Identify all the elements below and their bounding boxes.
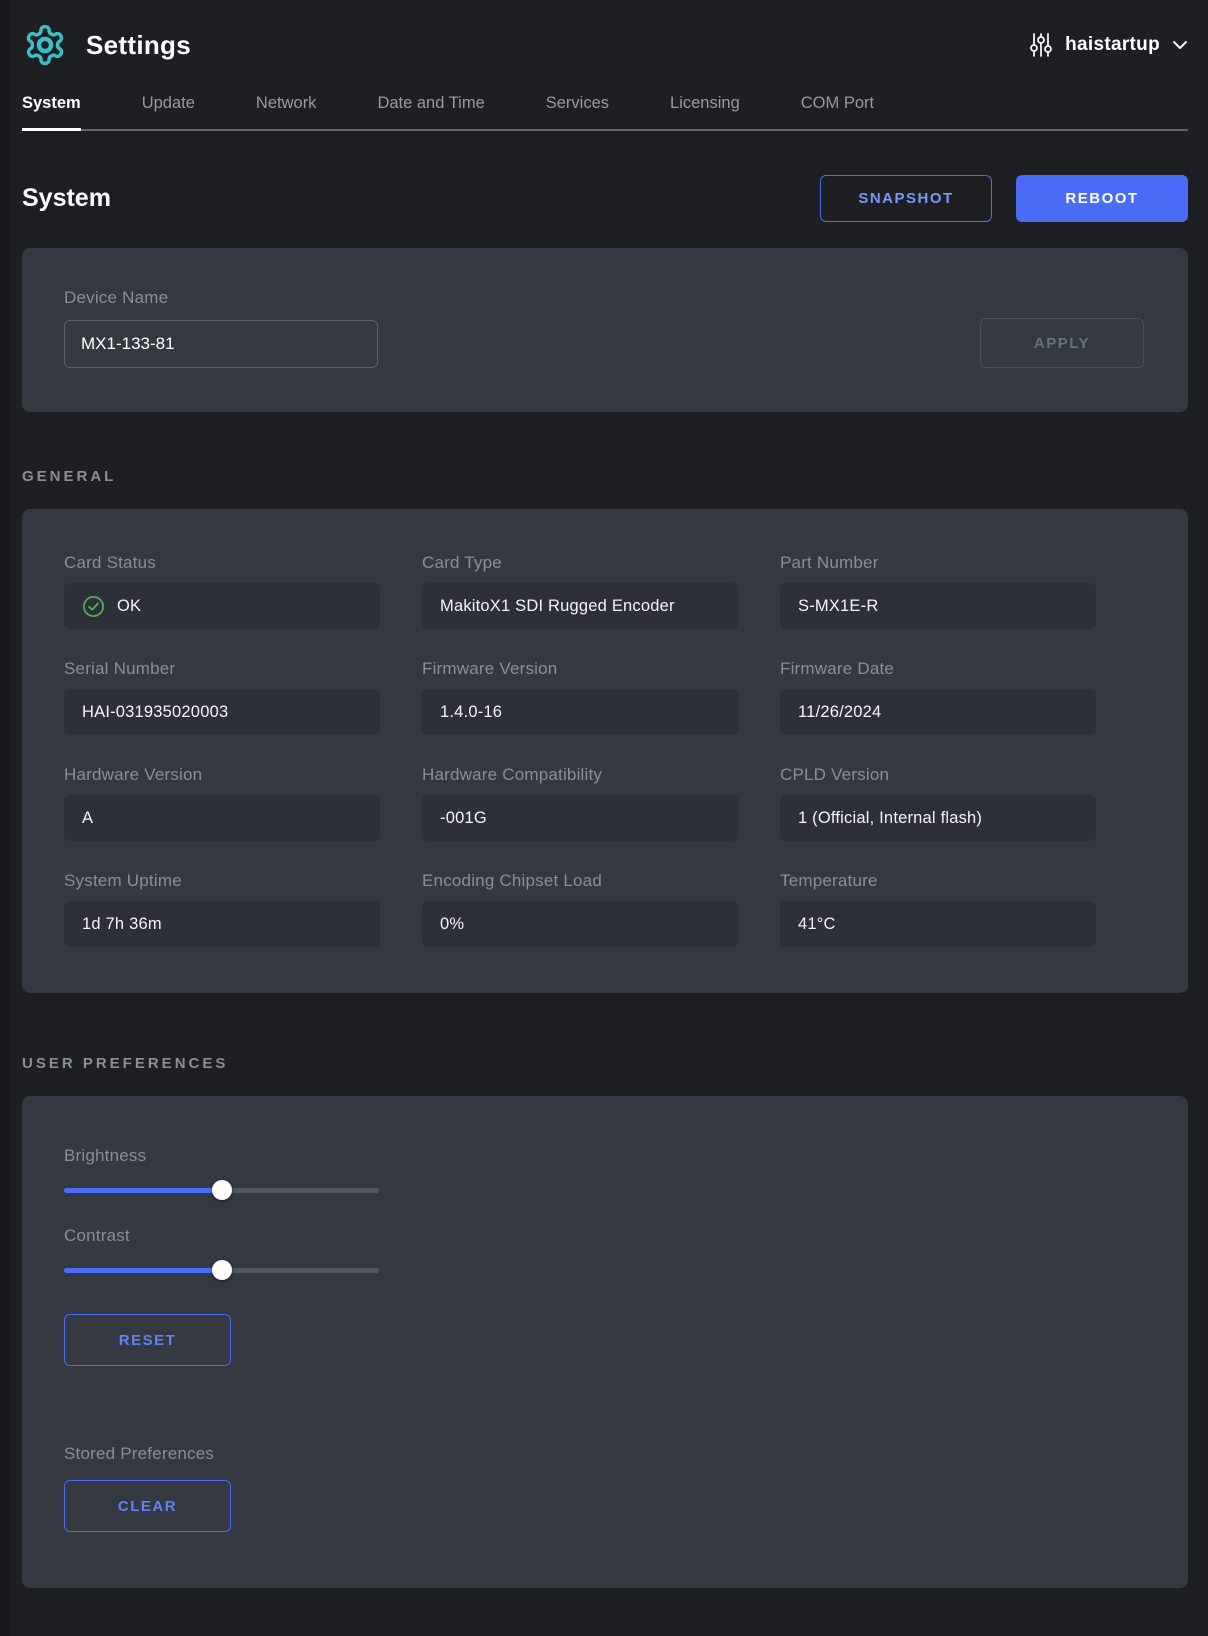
general-section-heading: GENERAL xyxy=(22,468,1188,485)
user-preferences-heading: USER PREFERENCES xyxy=(22,1055,1188,1072)
device-name-card: Device Name APPLY xyxy=(22,248,1188,412)
brightness-slider-thumb[interactable] xyxy=(212,1180,232,1200)
check-circle-icon xyxy=(82,595,105,618)
contrast-slider-thumb[interactable] xyxy=(212,1260,232,1280)
brightness-slider-fill xyxy=(64,1188,222,1193)
stored-preferences-label: Stored Preferences xyxy=(64,1444,1144,1464)
device-name-input[interactable] xyxy=(64,320,378,368)
page-title: System xyxy=(22,184,111,213)
contrast-label: Contrast xyxy=(64,1226,1144,1246)
field-firmware-date: Firmware Date 11/26/2024 xyxy=(780,659,1096,735)
field-serial-number: Serial Number HAI-031935020003 xyxy=(64,659,380,735)
field-hardware-version: Hardware Version A xyxy=(64,765,380,841)
field-firmware-version: Firmware Version 1.4.0-16 xyxy=(422,659,738,735)
settings-page: Settings haistartup System Update Networ… xyxy=(0,0,1208,1588)
tab-licensing[interactable]: Licensing xyxy=(670,84,740,129)
app-title: Settings xyxy=(86,30,191,61)
account-name: haistartup xyxy=(1065,34,1160,56)
tab-network[interactable]: Network xyxy=(256,84,317,129)
device-name-label: Device Name xyxy=(64,288,378,308)
field-hardware-compatibility: Hardware Compatibility -001G xyxy=(422,765,738,841)
brightness-slider[interactable] xyxy=(64,1180,379,1200)
card-status-value: OK xyxy=(64,583,380,629)
brightness-label: Brightness xyxy=(64,1146,1144,1166)
field-cpld-version: CPLD Version 1 (Official, Internal flash… xyxy=(780,765,1096,841)
tab-com-port[interactable]: COM Port xyxy=(801,84,874,129)
contrast-slider[interactable] xyxy=(64,1260,379,1280)
field-system-uptime: System Uptime 1d 7h 36m xyxy=(64,871,380,947)
tab-system[interactable]: System xyxy=(22,84,81,129)
app-header: Settings haistartup xyxy=(22,0,1188,70)
field-card-type: Card Type MakitoX1 SDI Rugged Encoder xyxy=(422,553,738,629)
chevron-down-icon xyxy=(1172,40,1188,50)
apply-button[interactable]: APPLY xyxy=(980,318,1144,368)
field-card-status: Card Status OK xyxy=(64,553,380,629)
tab-services[interactable]: Services xyxy=(546,84,609,129)
account-menu[interactable]: haistartup xyxy=(1029,32,1188,58)
contrast-slider-fill xyxy=(64,1268,222,1273)
sliders-icon xyxy=(1029,32,1053,58)
tab-update[interactable]: Update xyxy=(142,84,195,129)
general-card: Card Status OK Card Type MakitoX1 SDI Ru… xyxy=(22,509,1188,993)
reset-button[interactable]: RESET xyxy=(64,1314,231,1366)
field-part-number: Part Number S-MX1E-R xyxy=(780,553,1096,629)
settings-tab-bar: System Update Network Date and Time Serv… xyxy=(22,84,1188,131)
field-encoding-chipset-load: Encoding Chipset Load 0% xyxy=(422,871,738,947)
user-preferences-card: Brightness Contrast RESET Stored Prefere… xyxy=(22,1096,1188,1588)
field-temperature: Temperature 41°C xyxy=(780,871,1096,947)
snapshot-button[interactable]: SNAPSHOT xyxy=(820,175,992,222)
reboot-button[interactable]: REBOOT xyxy=(1016,175,1188,222)
settings-gear-icon xyxy=(22,22,68,68)
tab-date-and-time[interactable]: Date and Time xyxy=(377,84,484,129)
clear-button[interactable]: CLEAR xyxy=(64,1480,231,1532)
